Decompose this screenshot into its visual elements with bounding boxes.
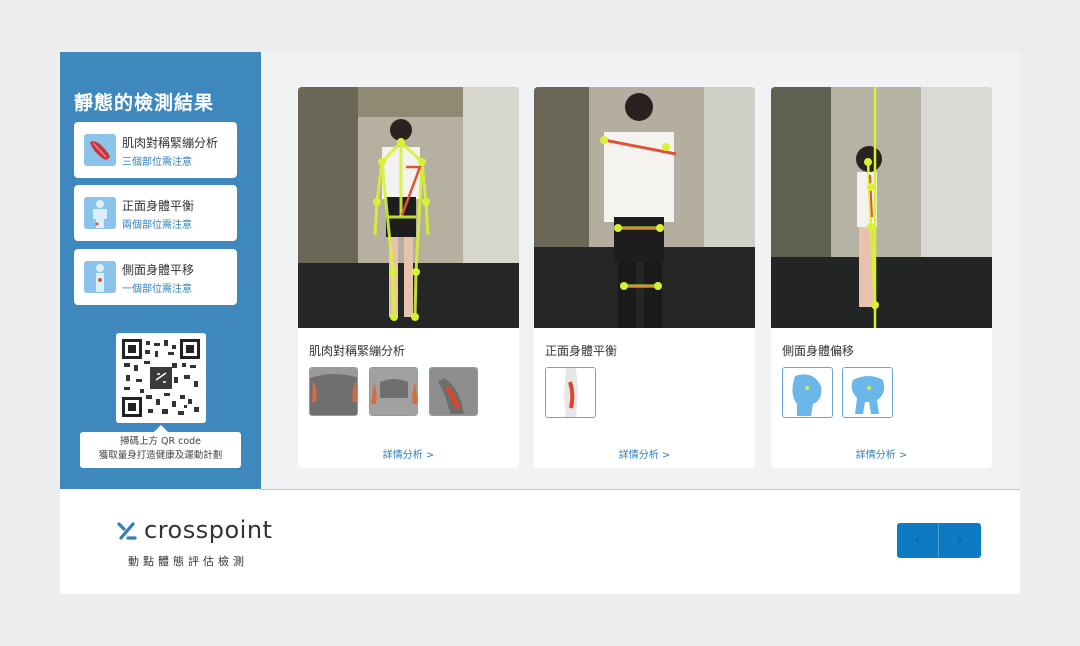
panel-front-balance: 正面身體平衡 詳情分析 >: [534, 87, 755, 468]
front-body-icon: [84, 197, 116, 229]
front-balance-photo: [534, 87, 755, 328]
knee-joint-image[interactable]: [545, 367, 596, 418]
detail-link[interactable]: 詳情分析 >: [298, 446, 519, 461]
panel-title: 正面身體平衡: [545, 344, 618, 358]
card-subtitle: 三個部位需注意: [122, 157, 192, 168]
chest-muscle-image[interactable]: [369, 367, 418, 416]
sidebar-title: 靜態的檢測結果: [74, 92, 215, 114]
pagination-controls: ‹ ›: [897, 523, 981, 558]
crosspoint-logo-icon: [116, 520, 138, 546]
front-pose-photo: [298, 87, 519, 328]
app-window: 靜態的檢測結果 肌肉對稱緊繃分析 三個部位需注意 正面身體平衡 兩個部位需注意 …: [60, 52, 1020, 594]
qr-tooltip: 掃碼上方 QR code 獲取量身打造健康及運動計劃: [80, 425, 241, 468]
detail-link[interactable]: 詳情分析 >: [771, 446, 992, 461]
result-card-muscle[interactable]: 肌肉對稱緊繃分析 三個部位需注意: [74, 122, 237, 178]
result-card-front-balance[interactable]: 正面身體平衡 兩個部位需注意: [74, 185, 237, 241]
panel-muscle-analysis: 肌肉對稱緊繃分析 詳情分析 >: [298, 87, 519, 468]
side-body-icon: [84, 261, 116, 293]
muscle-icon: [84, 134, 116, 166]
sidebar: 靜態的檢測結果 肌肉對稱緊繃分析 三個部位需注意 正面身體平衡 兩個部位需注意 …: [60, 52, 261, 489]
result-card-side-shift[interactable]: 側面身體平移 一個部位需注意: [74, 249, 237, 305]
card-title: 正面身體平衡: [122, 199, 195, 213]
pelvis-image[interactable]: [842, 367, 893, 418]
next-button[interactable]: ›: [939, 523, 980, 558]
brand-name: crosspoint: [144, 516, 273, 544]
panel-title: 側面身體偏移: [782, 344, 855, 358]
panel-title: 肌肉對稱緊繃分析: [309, 344, 406, 358]
head-side-image[interactable]: [782, 367, 833, 418]
card-title: 側面身體平移: [122, 263, 195, 277]
side-pose-photo: [771, 87, 992, 328]
prev-button[interactable]: ‹: [897, 523, 938, 558]
qr-tip-line1: 掃碼上方 QR code: [119, 436, 202, 447]
footer: crosspoint 動點體態評估檢測 ‹ ›: [60, 490, 1020, 594]
qr-tip-line2: 獲取量身打造健康及運動計劃: [98, 450, 223, 461]
arm-muscle-image[interactable]: [429, 367, 478, 416]
qr-code[interactable]: [116, 333, 206, 423]
detail-link[interactable]: 詳情分析 >: [534, 446, 755, 461]
card-title: 肌肉對稱緊繃分析: [122, 136, 219, 150]
brand-subtitle: 動點體態評估檢測: [128, 555, 248, 568]
panel-side-shift: 側面身體偏移 詳情分析 >: [771, 87, 992, 468]
shoulder-muscle-image[interactable]: [309, 367, 358, 416]
main-content: 肌肉對稱緊繃分析 詳情分析 > 正面身體平衡 詳情分析 > 側面身體偏移 詳情分…: [261, 52, 1020, 490]
card-subtitle: 一個部位需注意: [122, 284, 192, 295]
card-subtitle: 兩個部位需注意: [122, 220, 192, 231]
